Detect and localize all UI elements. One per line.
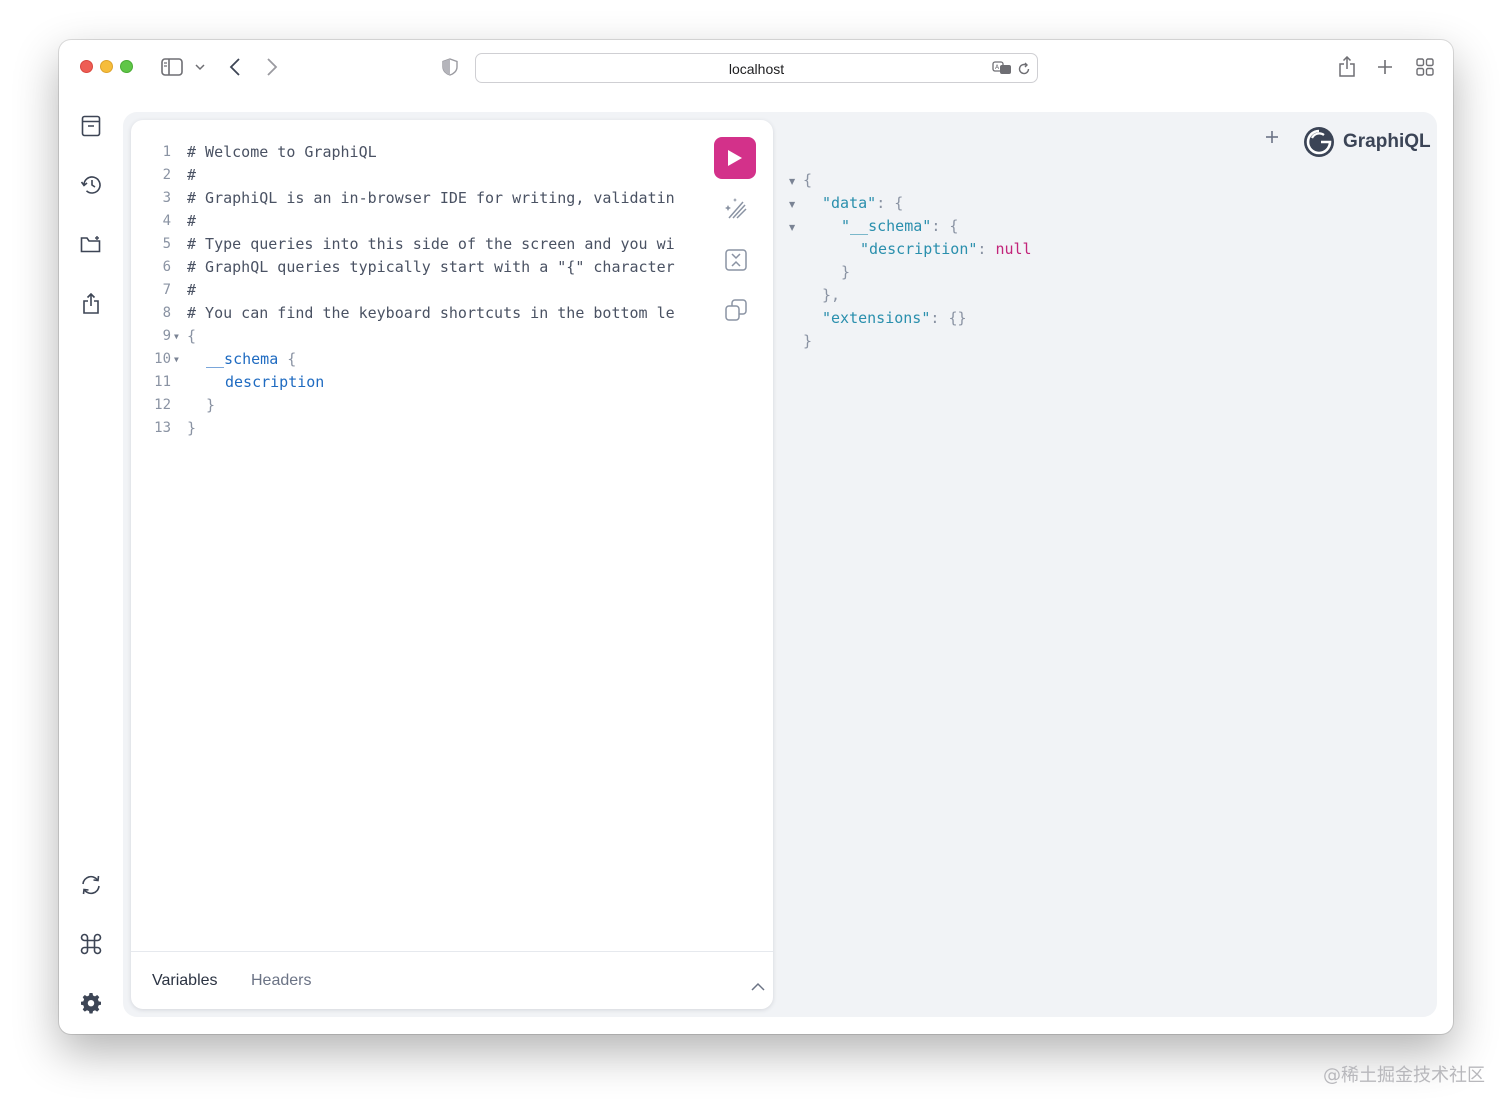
close-window-button[interactable] <box>80 60 93 73</box>
translate-icon[interactable]: A <box>991 59 1013 77</box>
watermark: @稀土掘金技术社区 <box>1323 1065 1485 1086</box>
line-number: 13 <box>154 420 171 436</box>
chevron-up-icon[interactable] <box>751 978 765 991</box>
result-data-line: "data": { <box>822 194 904 212</box>
line-number: 12 <box>154 397 171 413</box>
line-number: 4 <box>162 213 171 229</box>
field-name: description <box>225 373 325 391</box>
brace: } <box>187 419 197 437</box>
result-data-close: }, <box>822 286 841 304</box>
code-line[interactable]: 7 # <box>131 279 706 302</box>
code-line[interactable]: 1 # Welcome to GraphiQL <box>131 141 706 164</box>
docs-icon[interactable] <box>79 114 103 138</box>
query-editor-panel: 1 # Welcome to GraphiQL 2 #3 # GraphiQL is a… <box>131 120 773 1009</box>
code-line[interactable]: 9 ▼ { <box>131 325 706 348</box>
code-line[interactable]: 13} <box>131 417 706 440</box>
browser-window: localhost A 1 # Welcome to GraphiQL 2 # … <box>59 40 1453 1034</box>
line-number: 2 <box>162 167 171 183</box>
line-number: 8 <box>162 305 171 321</box>
editor-tools-bar: Variables Headers <box>131 951 773 1009</box>
result-schema-close: } <box>841 263 851 281</box>
line-number: 10 <box>154 351 171 367</box>
gear-icon[interactable] <box>79 991 103 1015</box>
tab-variables[interactable]: Variables <box>152 972 218 990</box>
zoom-window-button[interactable] <box>120 60 133 73</box>
chevron-down-icon[interactable] <box>193 60 207 74</box>
result-description-line: "description": null <box>860 240 1032 258</box>
export-icon[interactable] <box>79 292 103 316</box>
code-line[interactable]: 10 ▼ __schema { <box>131 348 706 371</box>
add-tab-icon[interactable] <box>1265 130 1279 149</box>
brace: { <box>287 350 297 368</box>
schema-field: __schema { <box>206 348 296 371</box>
refresh-icon[interactable] <box>79 873 103 897</box>
line-number: 5 <box>162 236 171 252</box>
fold-toggle[interactable]: ▼ <box>174 325 179 348</box>
reload-icon[interactable] <box>1016 60 1032 78</box>
fold-toggle[interactable]: ▼ <box>174 348 179 371</box>
comment-text: # Welcome to GraphiQL <box>187 143 377 161</box>
fold-toggle[interactable]: ▼ <box>789 177 795 186</box>
code-line[interactable]: 5 # Type queries into this side of the sc… <box>131 233 706 256</box>
brace: } <box>206 396 216 414</box>
merge-fragments-icon[interactable] <box>723 247 749 273</box>
comment-text: # You can find the keyboard shortcuts in… <box>187 304 675 322</box>
sidebar-toggle-icon[interactable] <box>160 56 184 78</box>
run-query-button[interactable] <box>714 137 756 179</box>
line-number: 1 <box>162 144 171 160</box>
comment-text: # GraphiQL is an in-browser IDE for writ… <box>187 189 675 207</box>
graphiql-logo-icon <box>1304 127 1334 157</box>
explorer-icon[interactable] <box>79 232 103 256</box>
comment-text: # Type queries into this side of the scr… <box>187 235 675 253</box>
code-line[interactable]: 6 # GraphQL queries typically start with … <box>131 256 706 279</box>
result-schema-line: "__schema": { <box>841 217 959 235</box>
line-number: 3 <box>162 190 171 206</box>
comment-text: # <box>187 281 197 299</box>
line-number: 11 <box>154 374 171 390</box>
forward-icon[interactable] <box>262 56 282 78</box>
address-bar[interactable]: localhost A <box>475 53 1038 83</box>
fold-toggle[interactable]: ▼ <box>789 223 795 232</box>
graphiql-logo: GraphiQL <box>1303 124 1431 160</box>
brand-name: GraphiQL <box>1343 131 1431 152</box>
code-line[interactable]: 8 # You can find the keyboard shortcuts i… <box>131 302 706 325</box>
code-line[interactable]: 3 # GraphiQL is an in-browser IDE for wri… <box>131 187 706 210</box>
tab-overview-icon[interactable] <box>1414 56 1436 78</box>
svg-text:A: A <box>995 64 1000 71</box>
code-line[interactable]: 4 # <box>131 210 706 233</box>
copy-icon[interactable] <box>723 297 749 323</box>
history-icon[interactable] <box>79 173 103 197</box>
command-icon[interactable] <box>79 932 103 956</box>
code-line[interactable]: 11 description <box>131 371 706 394</box>
brace: { <box>187 327 197 345</box>
comment-text: # GraphQL queries typically start with a… <box>187 258 675 276</box>
share-icon[interactable] <box>1336 54 1358 80</box>
title-bar: localhost A <box>59 40 1453 96</box>
back-icon[interactable] <box>225 56 245 78</box>
comment-text: # <box>187 166 197 184</box>
result-root-open: { <box>803 171 813 189</box>
line-number: 7 <box>162 282 171 298</box>
line-number: 9 <box>162 328 171 344</box>
tab-headers[interactable]: Headers <box>251 972 311 990</box>
code-line[interactable]: 12} <box>131 394 706 417</box>
code-line[interactable]: 2 # <box>131 164 706 187</box>
prettify-icon[interactable] <box>723 196 749 222</box>
new-tab-icon[interactable] <box>1374 56 1396 78</box>
result-root-close: } <box>803 332 813 350</box>
minimize-window-button[interactable] <box>100 60 113 73</box>
result-extensions-line: "extensions": {} <box>822 309 967 327</box>
field-name: __schema <box>206 350 279 368</box>
shield-icon[interactable] <box>439 56 461 78</box>
play-icon <box>728 150 742 166</box>
fold-toggle[interactable]: ▼ <box>789 200 795 209</box>
comment-text: # <box>187 212 197 230</box>
url-text: localhost <box>728 61 785 77</box>
graphiql-main: 1 # Welcome to GraphiQL 2 #3 # GraphiQL is a… <box>123 112 1437 1017</box>
line-number: 6 <box>162 259 171 275</box>
